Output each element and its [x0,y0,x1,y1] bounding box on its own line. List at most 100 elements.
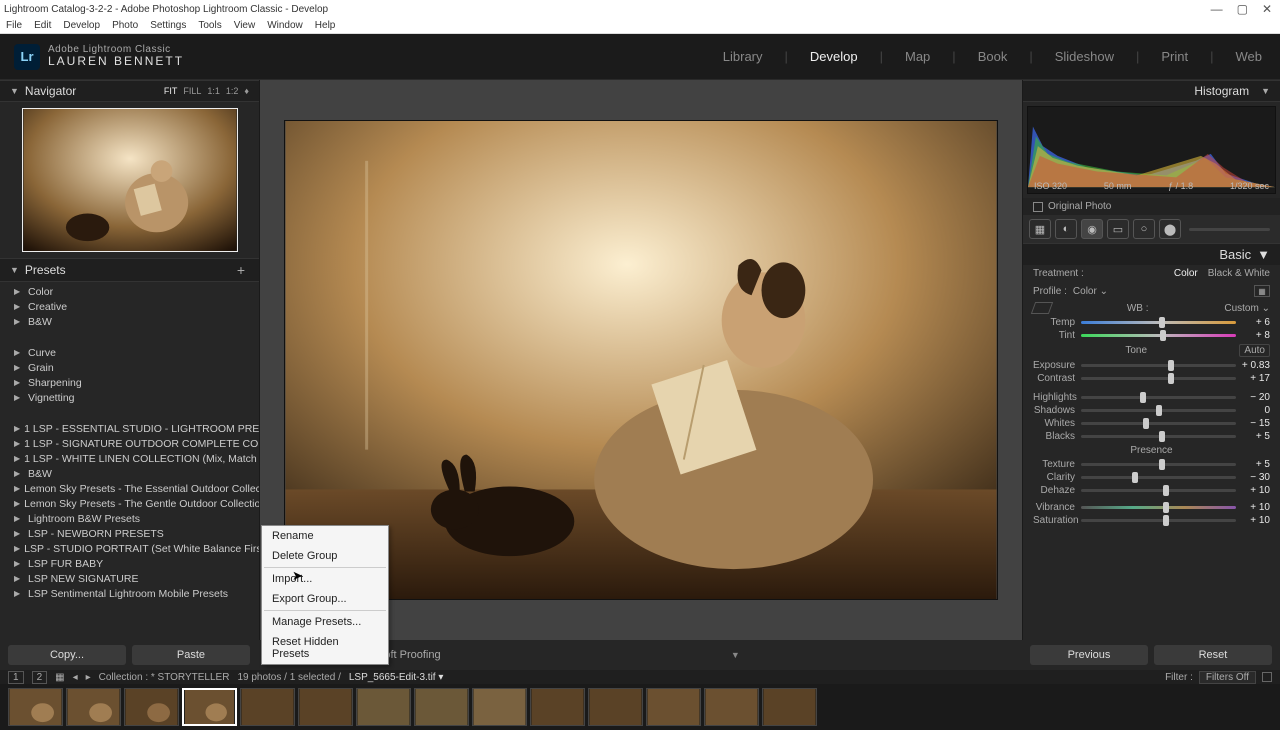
treatment-bw[interactable]: Black & White [1208,268,1270,279]
menu-tools[interactable]: Tools [198,20,221,31]
menu-view[interactable]: View [234,20,256,31]
preset-group[interactable]: ▶B&W [0,466,259,481]
preset-group[interactable]: ▶LSP Sentimental Lightroom Mobile Preset… [0,586,259,601]
zoom-custom[interactable]: 1:2 [226,86,239,96]
zoom-menu-icon[interactable]: ♦ [244,86,249,96]
filmstrip-thumb[interactable] [588,688,643,726]
saturation-slider[interactable] [1081,519,1236,522]
module-print[interactable]: Print [1157,47,1192,66]
zoom-fill[interactable]: FILL [183,86,201,96]
preset-group[interactable]: ▶Lemon Sky Presets - The Essential Outdo… [0,481,259,496]
preset-group[interactable]: ▶Vignetting [0,390,259,405]
filmstrip-thumb[interactable] [124,688,179,726]
redeye-tool-icon[interactable]: ◉ [1081,219,1103,239]
filmstrip-thumb[interactable] [240,688,295,726]
wb-picker-icon[interactable] [1031,302,1053,314]
original-photo-checkbox[interactable] [1033,202,1043,212]
auto-tone-button[interactable]: Auto [1239,344,1270,357]
gradient-tool-icon[interactable]: ▭ [1107,219,1129,239]
navigator-header[interactable]: ▼ Navigator FIT FILL 1:1 1:2 ♦ [0,80,259,102]
preset-group[interactable]: ▶1 LSP - WHITE LINEN COLLECTION (Mix, Ma… [0,451,259,466]
copy-button[interactable]: Copy... [8,645,126,665]
secondary-display-2-icon[interactable]: 2 [32,671,48,684]
filmstrip-thumb[interactable] [704,688,759,726]
menu-develop[interactable]: Develop [63,20,100,31]
current-filename[interactable]: LSP_5665-Edit-3.tif ▾ [349,672,444,683]
navigator-thumbnail[interactable] [0,102,259,258]
zoom-1to1[interactable]: 1:1 [207,86,220,96]
filter-lock-icon[interactable] [1262,672,1272,682]
reset-button[interactable]: Reset [1154,645,1272,665]
menu-help[interactable]: Help [315,20,336,31]
minimize-button[interactable]: — [1211,2,1223,16]
contrast-slider[interactable] [1081,377,1236,380]
module-library[interactable]: Library [719,47,767,66]
preset-group[interactable]: ▶1 LSP - SIGNATURE OUTDOOR COMPLETE COLL… [0,436,259,451]
context-export-group[interactable]: Export Group... [262,589,388,609]
preset-group[interactable]: ▶Lightroom B&W Presets [0,511,259,526]
filmstrip-thumb[interactable] [762,688,817,726]
module-web[interactable]: Web [1232,47,1267,66]
context-import[interactable]: Import... [262,569,388,589]
preset-group[interactable]: ▶Creative [0,299,259,314]
blacks-slider[interactable] [1081,435,1236,438]
menu-edit[interactable]: Edit [34,20,51,31]
menu-photo[interactable]: Photo [112,20,138,31]
context-reset-hidden[interactable]: Reset Hidden Presets [262,632,388,664]
temp-slider[interactable] [1081,321,1236,324]
clarity-slider[interactable] [1081,476,1236,479]
preset-group[interactable]: ▶LSP NEW SIGNATURE [0,571,259,586]
preset-group[interactable]: ▶1 LSP - ESSENTIAL STUDIO - LIGHTROOM PR… [0,421,259,436]
profile-browser-icon[interactable]: ▦ [1254,285,1270,297]
highlights-slider[interactable] [1081,396,1236,399]
collection-label[interactable]: Collection : * STORYTELLER [99,672,230,683]
histogram-graph[interactable]: ISO 320 50 mm ƒ / 1.8 1/320 sec [1027,106,1276,194]
menu-window[interactable]: Window [267,20,303,31]
preset-group[interactable]: ▶Curve [0,345,259,360]
toolbar-menu-icon[interactable]: ▼ [731,650,740,660]
preset-group[interactable]: ▶Color [0,284,259,299]
whites-slider[interactable] [1081,422,1236,425]
context-rename[interactable]: Rename [262,526,388,546]
module-develop[interactable]: Develop [806,47,862,66]
crop-tool-icon[interactable]: ▦ [1029,219,1051,239]
tint-slider[interactable] [1081,334,1236,337]
brush-tool-icon[interactable]: ⬤ [1159,219,1181,239]
basic-panel-header[interactable]: Basic ▼ [1023,243,1280,265]
previous-button[interactable]: Previous [1030,645,1148,665]
add-preset-button[interactable]: + [237,262,249,278]
filmstrip-thumb[interactable] [530,688,585,726]
preset-group[interactable]: ▶LSP FUR BABY [0,556,259,571]
histogram-header[interactable]: Histogram ▼ [1023,80,1280,102]
module-map[interactable]: Map [901,47,934,66]
preset-group[interactable]: ▶LSP - STUDIO PORTRAIT (Set White Balanc… [0,541,259,556]
shadows-slider[interactable] [1081,409,1236,412]
spot-tool-icon[interactable]: ◐ [1055,219,1077,239]
menu-settings[interactable]: Settings [150,20,186,31]
filmstrip-thumb[interactable] [66,688,121,726]
nav-fwd-icon[interactable]: ▸ [86,672,91,683]
filmstrip-thumb[interactable] [8,688,63,726]
wb-select[interactable]: Custom ⌄ [1224,303,1270,314]
filmstrip-thumb[interactable] [646,688,701,726]
preset-group[interactable]: ▶Lemon Sky Presets - The Gentle Outdoor … [0,496,259,511]
preset-group[interactable]: ▶Sharpening [0,375,259,390]
dehaze-slider[interactable] [1081,489,1236,492]
context-delete-group[interactable]: Delete Group [262,546,388,566]
context-manage-presets[interactable]: Manage Presets... [262,612,388,632]
preset-group[interactable]: ▶LSP - NEWBORN PRESETS [0,526,259,541]
presets-header[interactable]: ▼ Presets + [0,258,259,282]
vibrance-slider[interactable] [1081,506,1236,509]
preset-group[interactable]: ▶B&W [0,314,259,329]
zoom-fit[interactable]: FIT [164,86,178,96]
nav-back-icon[interactable]: ◂ [73,672,78,683]
exposure-slider[interactable] [1081,364,1236,367]
preset-group[interactable]: ▶Grain [0,360,259,375]
close-button[interactable]: ✕ [1262,2,1272,16]
maximize-button[interactable]: ▢ [1237,2,1248,16]
texture-slider[interactable] [1081,463,1236,466]
profile-select[interactable]: Color ⌄ [1073,286,1108,297]
filmstrip-thumb[interactable] [356,688,411,726]
radial-tool-icon[interactable]: ○ [1133,219,1155,239]
filmstrip-thumb[interactable] [472,688,527,726]
